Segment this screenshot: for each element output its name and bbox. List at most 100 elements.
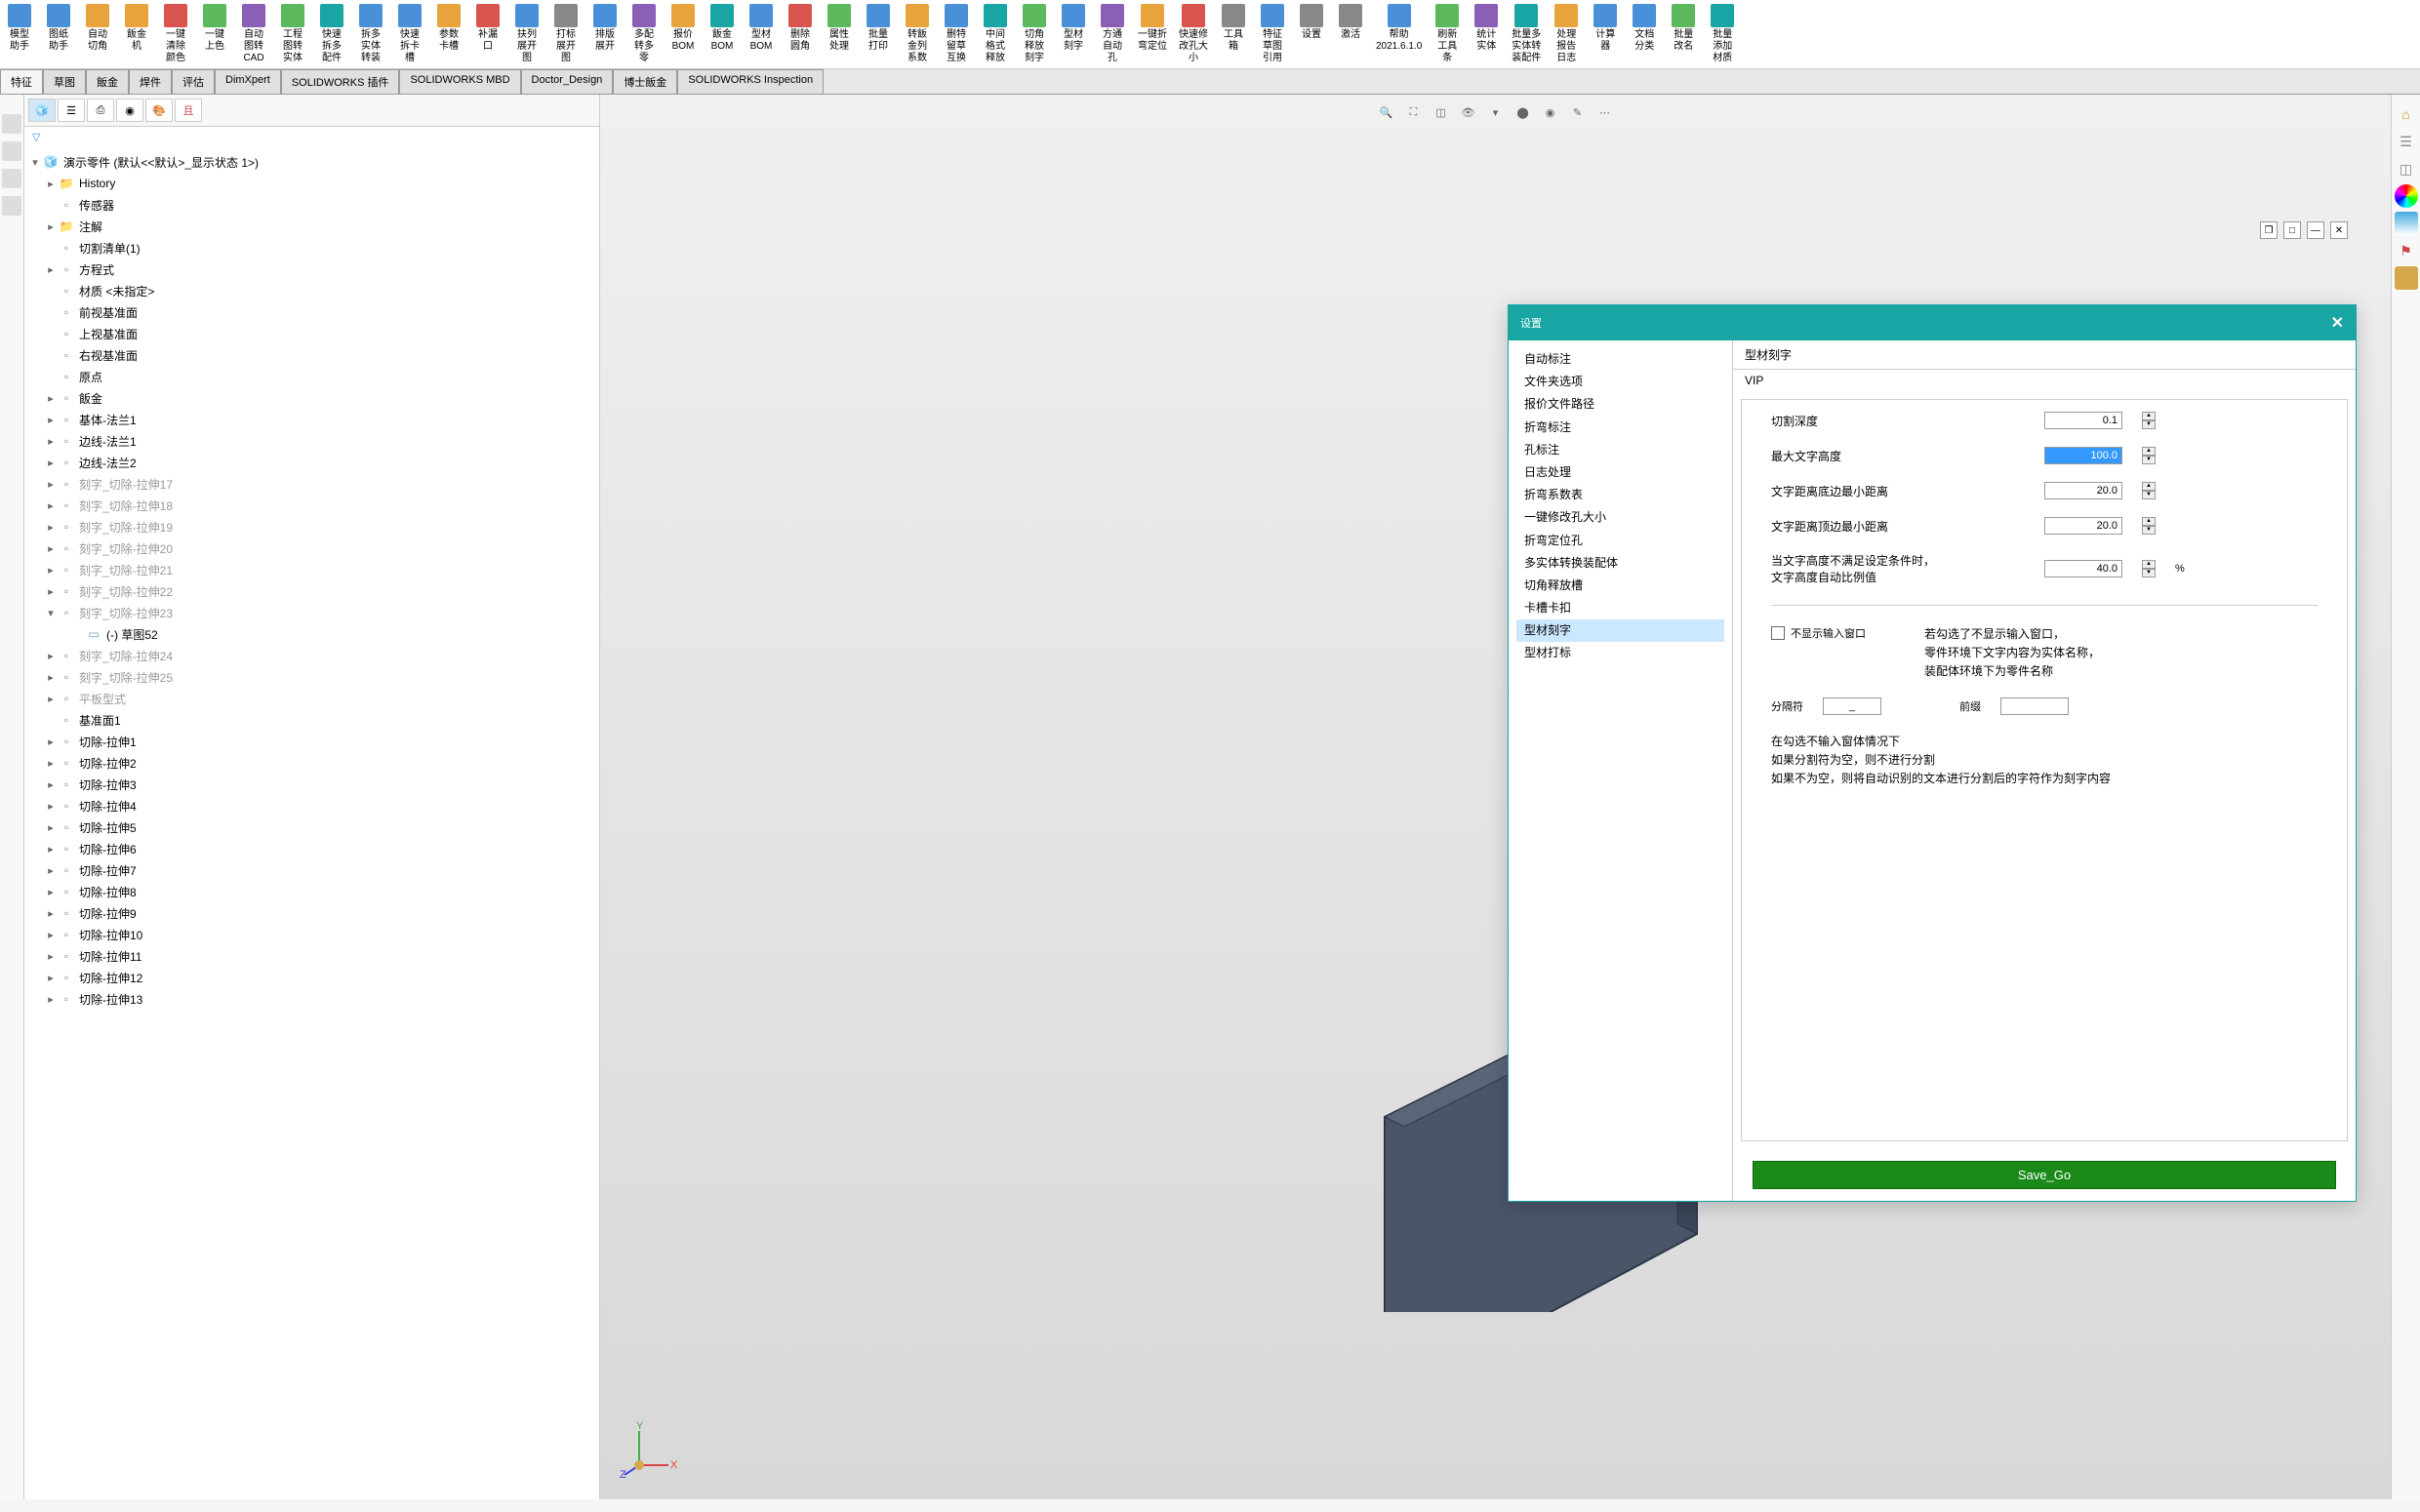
ribbon-btn-30[interactable]: 快速修 改孔大 小	[1173, 2, 1214, 66]
prefix-input[interactable]	[2000, 697, 2069, 715]
tab-Doctor_Design[interactable]: Doctor_Design	[521, 69, 614, 94]
tree-node-0[interactable]: ▸📁History	[28, 173, 595, 194]
expand-icon[interactable]: ▸	[44, 800, 58, 813]
vbar-btn-3[interactable]	[2, 169, 21, 188]
tree-node-10[interactable]: ▸▫飯金	[28, 387, 595, 409]
tree-node-29[interactable]: ▸▫切除-拉伸4	[28, 795, 595, 816]
ribbon-btn-7[interactable]: 工程 图转 实体	[273, 2, 312, 66]
ribbon-btn-38[interactable]: 批量多 实体转 装配件	[1506, 2, 1547, 66]
tree-node-27[interactable]: ▸▫切除-拉伸2	[28, 752, 595, 774]
tab-博士飯金[interactable]: 博士飯金	[613, 69, 677, 94]
tree-node-17[interactable]: ▸▫刻字_切除-拉伸20	[28, 537, 595, 559]
expand-icon[interactable]: ▸	[44, 521, 58, 534]
tab-飯金[interactable]: 飯金	[86, 69, 129, 94]
ribbon-btn-6[interactable]: 自动 图转 CAD	[234, 2, 273, 66]
bottom-dist-spinner[interactable]: ▲▼	[2142, 482, 2156, 499]
ribbon-btn-20[interactable]: 删除 圆角	[781, 2, 820, 66]
tree-node-23[interactable]: ▸▫刻字_切除-拉伸25	[28, 666, 595, 688]
ribbon-btn-0[interactable]: 模型 助手	[0, 2, 39, 66]
dialog-close-icon[interactable]: ✕	[2331, 313, 2344, 333]
tree-node-7[interactable]: ▫上视基准面	[28, 323, 595, 344]
expand-icon[interactable]: ▸	[44, 542, 58, 555]
ribbon-btn-36[interactable]: 刷新 工具 条	[1428, 2, 1467, 66]
rv-layer-icon[interactable]: ☰	[2395, 130, 2418, 153]
expand-icon[interactable]: ▸	[44, 993, 58, 1006]
tab-SOLIDWORKS Inspection[interactable]: SOLIDWORKS Inspection	[677, 69, 824, 94]
ribbon-btn-35[interactable]: 帮助 2021.6.1.0	[1370, 2, 1428, 66]
tree-content[interactable]: ▾ 🧊 演示零件 (默认<<默认>_显示状态 1>) ▸📁History▫传感器…	[24, 147, 599, 1499]
tree-node-14[interactable]: ▸▫刻字_切除-拉伸17	[28, 473, 595, 495]
ribbon-btn-26[interactable]: 切角 释放 刻字	[1015, 2, 1054, 66]
tree-node-35[interactable]: ▸▫切除-拉伸10	[28, 924, 595, 945]
ribbon-btn-5[interactable]: 一键 上色	[195, 2, 234, 66]
expand-icon[interactable]: ▸	[44, 457, 58, 469]
tree-node-15[interactable]: ▸▫刻字_切除-拉伸18	[28, 495, 595, 516]
ribbon-btn-17[interactable]: 报价 BOM	[664, 2, 703, 66]
vp-more-icon[interactable]: ⋯	[1595, 102, 1615, 122]
tree-node-38[interactable]: ▸▫切除-拉伸13	[28, 988, 595, 1010]
max-height-spinner[interactable]: ▲▼	[2142, 447, 2156, 464]
tree-node-36[interactable]: ▸▫切除-拉伸11	[28, 945, 595, 967]
rv-home-icon[interactable]: ⌂	[2395, 102, 2418, 126]
filter-icon[interactable]: ▽	[32, 132, 40, 143]
ribbon-btn-31[interactable]: 工具 箱	[1214, 2, 1253, 66]
tree-tab-e-icon[interactable]: 且	[175, 99, 202, 122]
ribbon-btn-34[interactable]: 激活	[1331, 2, 1370, 66]
rv-grad-icon[interactable]	[2395, 212, 2418, 235]
tree-root-node[interactable]: ▾ 🧊 演示零件 (默认<<默认>_显示状态 1>)	[28, 151, 595, 173]
tab-特征[interactable]: 特征	[0, 69, 43, 94]
tree-tab-feature-icon[interactable]: 🧊	[28, 99, 56, 122]
ribbon-btn-43[interactable]: 批量 添加 材质	[1703, 2, 1742, 66]
expand-icon[interactable]: ▸	[44, 178, 58, 190]
tree-node-18[interactable]: ▸▫刻字_切除-拉伸21	[28, 559, 595, 580]
expand-icon[interactable]: ▸	[44, 736, 58, 748]
separator-input[interactable]	[1823, 697, 1881, 715]
ribbon-btn-2[interactable]: 自动 切角	[78, 2, 117, 66]
bottom-dist-input[interactable]	[2044, 482, 2122, 499]
ribbon-btn-18[interactable]: 飯金 BOM	[703, 2, 742, 66]
no-input-checkbox[interactable]	[1771, 626, 1785, 640]
rv-sphere-icon[interactable]	[2395, 184, 2418, 208]
vbar-btn-2[interactable]	[2, 141, 21, 161]
tab-DimXpert[interactable]: DimXpert	[215, 69, 281, 94]
ribbon-btn-40[interactable]: 计算 器	[1586, 2, 1625, 66]
tree-node-31[interactable]: ▸▫切除-拉伸6	[28, 838, 595, 859]
ribbon-btn-27[interactable]: 型材 刻字	[1054, 2, 1093, 66]
vp-edit-icon[interactable]: ✎	[1568, 102, 1588, 122]
tree-node-6[interactable]: ▫前视基准面	[28, 301, 595, 323]
tree-node-19[interactable]: ▸▫刻字_切除-拉伸22	[28, 580, 595, 602]
tree-node-24[interactable]: ▸▫平板型式	[28, 688, 595, 709]
nav-item-8[interactable]: 折弯定位孔	[1516, 530, 1724, 552]
ribbon-btn-23[interactable]: 转飯 金列 系数	[898, 2, 937, 66]
ribbon-btn-42[interactable]: 批量 改名	[1664, 2, 1703, 66]
top-dist-spinner[interactable]: ▲▼	[2142, 517, 2156, 535]
expand-icon[interactable]: ▸	[44, 972, 58, 984]
tree-node-5[interactable]: ▫材质 <未指定>	[28, 280, 595, 301]
tree-node-30[interactable]: ▸▫切除-拉伸5	[28, 816, 595, 838]
expand-icon[interactable]: ▸	[44, 263, 58, 276]
expand-icon[interactable]: ▸	[44, 821, 58, 834]
expand-icon[interactable]: ▸	[44, 864, 58, 877]
vp-display-icon[interactable]: ▾	[1486, 102, 1506, 122]
nav-item-6[interactable]: 折弯系数表	[1516, 484, 1724, 506]
nav-item-7[interactable]: 一键修改孔大小	[1516, 506, 1724, 529]
ratio-spinner[interactable]: ▲▼	[2142, 560, 2156, 577]
ribbon-btn-4[interactable]: 一键 清除 颜色	[156, 2, 195, 66]
expand-icon[interactable]: ▸	[44, 478, 58, 491]
ribbon-btn-33[interactable]: 设置	[1292, 2, 1331, 66]
tab-焊件[interactable]: 焊件	[129, 69, 172, 94]
vp-scene-icon[interactable]: ⬤	[1513, 102, 1533, 122]
vbar-btn-1[interactable]	[2, 114, 21, 134]
rv-flag-icon[interactable]: ⚑	[2395, 239, 2418, 262]
ribbon-btn-10[interactable]: 快速 拆卡 槽	[390, 2, 429, 66]
tab-SOLIDWORKS MBD[interactable]: SOLIDWORKS MBD	[399, 69, 520, 94]
rv-square-icon[interactable]	[2395, 266, 2418, 290]
nav-item-10[interactable]: 切角释放槽	[1516, 575, 1724, 597]
ribbon-btn-37[interactable]: 统计 实体	[1467, 2, 1506, 66]
ribbon-btn-19[interactable]: 型材 BOM	[742, 2, 781, 66]
dialog-titlebar[interactable]: 设置 ✕	[1509, 305, 2356, 340]
tree-node-26[interactable]: ▸▫切除-拉伸1	[28, 731, 595, 752]
expand-icon[interactable]: ▸	[44, 564, 58, 577]
tree-node-37[interactable]: ▸▫切除-拉伸12	[28, 967, 595, 988]
top-dist-input[interactable]	[2044, 517, 2122, 535]
